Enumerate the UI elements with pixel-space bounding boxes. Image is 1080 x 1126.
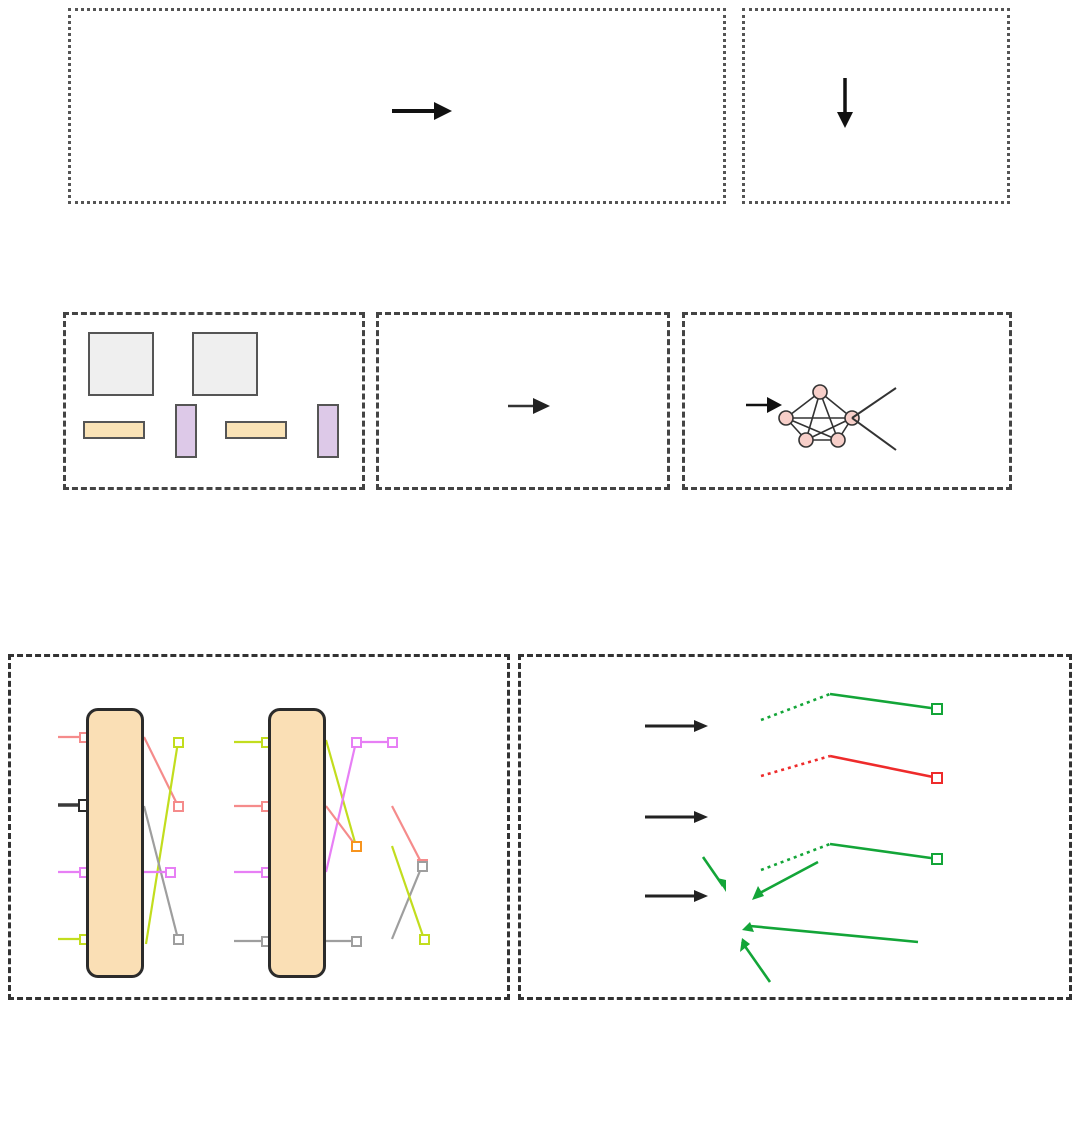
ml-output-links xyxy=(851,387,897,451)
panel-a-transform-arrow xyxy=(392,102,452,120)
moe-wires xyxy=(58,732,430,947)
matrix-w2 xyxy=(192,332,258,396)
panel-d-arrow xyxy=(508,398,550,414)
router-network-1[interactable] xyxy=(86,708,144,978)
matrix-w1 xyxy=(88,332,154,396)
panel-e-input-arrow xyxy=(746,397,782,413)
vector-v1 xyxy=(175,404,197,458)
panel-b-down-arrow xyxy=(837,78,853,128)
vector-u1 xyxy=(83,421,145,439)
router-network-2[interactable] xyxy=(268,708,326,978)
panel-feature-information-reduction xyxy=(742,8,1010,204)
vector-u2 xyxy=(225,421,287,439)
longctx-flow-lines xyxy=(645,692,943,983)
vector-v2 xyxy=(317,404,339,458)
